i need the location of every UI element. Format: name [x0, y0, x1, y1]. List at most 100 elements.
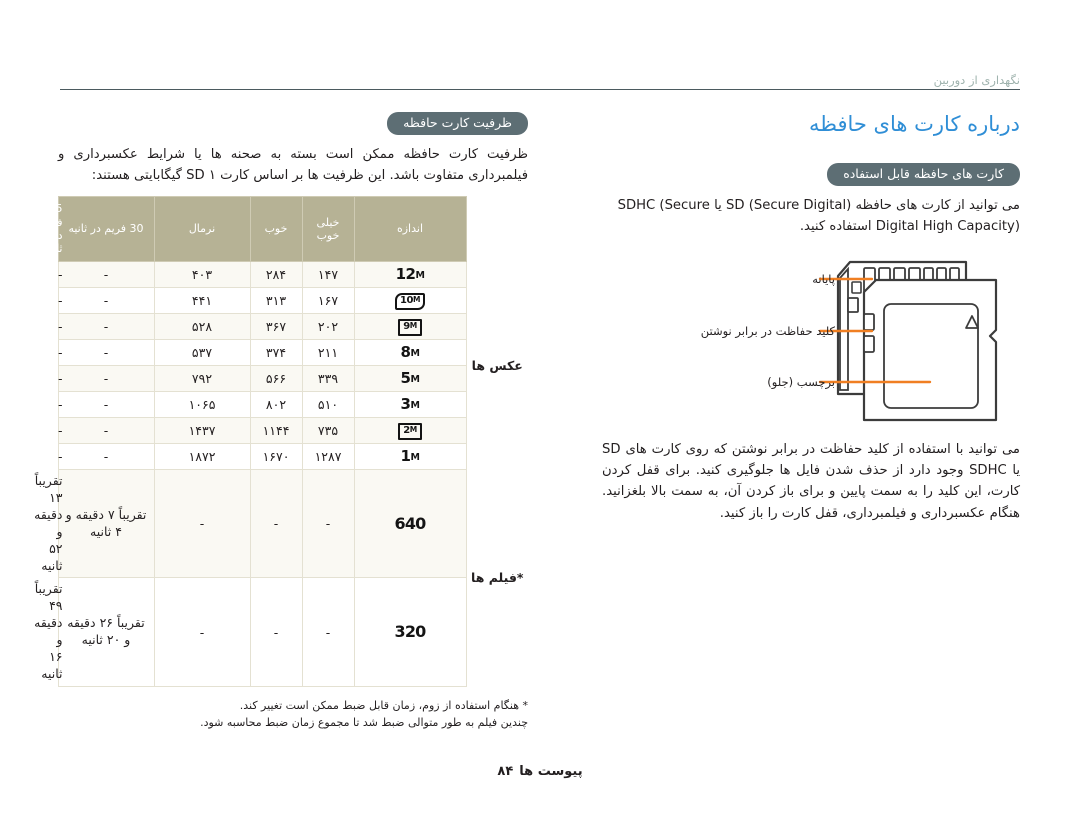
capacity-table: اندازه خیلی خوب خوب نرمال 30 فریم در ثان…: [34, 196, 528, 687]
capacity-badge: ظرفیت کارت حافظه: [387, 112, 528, 135]
table-row: *فیلم ها 640- - - تقریباً ۷ دقیقه و ۴ ثانیه ت…: [34, 469, 528, 687]
header-rule: [60, 89, 1020, 90]
cell-fps30: تقریباً ۲۶ دقیقه و ۲۰ ثانیه: [57, 577, 155, 687]
resolution-badge: 8M: [400, 343, 420, 362]
cell-fine: ۸۰۲: [249, 391, 303, 419]
right-column: درباره کارت های حافظه کارت های حافظه قاب…: [602, 112, 1020, 534]
capacity-badge-wrap: ظرفیت کارت حافظه: [58, 112, 528, 135]
cell-super-fine: ۵۱۰: [301, 391, 355, 419]
cell-normal: ۵۳۷: [153, 339, 251, 367]
cell-normal: ۴۰۳: [153, 261, 251, 289]
cell-fps30: -: [57, 391, 155, 419]
cell-fine: ۵۶۶: [249, 365, 303, 393]
cell-fps30: تقریباً ۷ دقیقه و ۴ ثانیه: [57, 469, 155, 579]
cell-normal: -: [153, 577, 251, 687]
resolution-badge: 12M: [395, 265, 425, 284]
running-header: نگهداری از دوربین: [60, 68, 1020, 90]
cell-fine: ۳۱۳: [249, 287, 303, 315]
table-row: 320- - - تقریباً ۲۶ دقیقه و ۲۰ ثانیه تقریباً…: [34, 577, 528, 687]
table-row: 1M۱۲۸۷۱۶۷۰۱۸۷۲--: [57, 443, 528, 471]
cell-fps30: -: [57, 261, 155, 289]
resolution-badge: 5M: [400, 369, 420, 388]
cell-fps30: -: [57, 313, 155, 341]
cell-size: 2M: [353, 417, 467, 445]
cell-size: 1M: [353, 443, 467, 471]
cell-fps30: -: [57, 417, 155, 445]
usable-cards-badge: کارت های حافظه قابل استفاده: [827, 163, 1020, 186]
running-header-text: نگهداری از دوربین: [933, 73, 1020, 87]
cell-size: 640: [353, 469, 467, 579]
cell-normal: ۴۴۱: [153, 287, 251, 315]
header-fps30: 30 فریم در ثانیه: [57, 196, 155, 263]
cell-fine: -: [249, 577, 303, 687]
cell-size: 9M: [353, 313, 467, 341]
cell-super-fine: ۱۲۸۷: [301, 443, 355, 471]
footer-section: پیوست ها: [519, 764, 583, 779]
cell-super-fine: -: [301, 469, 355, 579]
resolution-badge: 640: [394, 513, 427, 533]
resolution-badge: 320: [394, 622, 427, 641]
cell-fps30: -: [57, 287, 155, 315]
cell-normal: ۱۰۶۵: [153, 391, 251, 419]
resolution-badge: 9M: [398, 319, 422, 337]
sd-label-write-protect-switch: کلید حفاظت در برابر نوشتن: [700, 323, 835, 338]
cell-fine: ۲۸۴: [249, 261, 303, 289]
left-column: ظرفیت کارت حافظه ظرفیت کارت حافظه ممکن ا…: [34, 112, 528, 731]
table-row: 10M۱۶۷۳۱۳۴۴۱--: [57, 287, 528, 315]
page-footer: پیوست ها ۸۴: [0, 764, 1080, 779]
cell-super-fine: ۳۳۹: [301, 365, 355, 393]
table-row: 2M۷۳۵۱۱۴۴۱۴۳۷--: [57, 417, 528, 445]
cell-fps30: -: [57, 443, 155, 471]
cell-normal: ۱۴۳۷: [153, 417, 251, 445]
header-size: اندازه: [353, 196, 467, 263]
table-row: عکس ها12M۱۴۷۲۸۴۴۰۳--: [57, 261, 528, 470]
capacity-table-header-row: اندازه خیلی خوب خوب نرمال 30 فریم در ثان…: [41, 196, 528, 263]
capacity-paragraph: ظرفیت کارت حافظه ممکن است بسته به صحنه ه…: [58, 146, 528, 183]
cell-normal: ۵۲۸: [153, 313, 251, 341]
header-normal: نرمال: [153, 196, 251, 263]
cell-normal: -: [153, 469, 251, 579]
cell-super-fine: ۲۰۲: [301, 313, 355, 341]
cell-fine: ۱۶۷۰: [249, 443, 303, 471]
usable-cards-badge-wrap: کارت های حافظه قابل استفاده: [602, 163, 1020, 186]
cell-super-fine: ۱۴۷: [301, 261, 355, 289]
cell-normal: ۷۹۲: [153, 365, 251, 393]
cell-size: 320: [353, 577, 467, 687]
footnote-continuous: چندین فیلم به طور متوالی ضبط شد تا مجموع…: [200, 715, 528, 729]
cell-fine: ۳۷۴: [249, 339, 303, 367]
header-spacer: [466, 196, 528, 262]
table-row: 9M۲۰۲۳۶۷۵۲۸--: [57, 313, 528, 341]
category-videos: *فیلم ها: [466, 469, 528, 687]
category-photos: عکس ها: [466, 261, 528, 470]
cell-size: 5M: [353, 365, 467, 393]
cell-super-fine: ۱۶۷: [301, 287, 355, 315]
sd-card-figure: پایانه کلید حفاظت در برابر نوشتن برچسب (…: [602, 252, 1020, 427]
cell-fine: ۱۱۴۴: [249, 417, 303, 445]
resolution-badge: 10M: [395, 293, 425, 311]
capacity-table-head: اندازه خیلی خوب خوب نرمال 30 فریم در ثان…: [41, 196, 528, 263]
usable-cards-paragraph: می توانید از کارت های حافظه SD (Secure D…: [617, 197, 1020, 235]
cell-fine: ۳۶۷: [249, 313, 303, 341]
write-protect-paragraph: می توانید با استفاده از کلید حفاظت در بر…: [602, 441, 1021, 521]
cell-fps30: -: [57, 339, 155, 367]
footnotes: * هنگام استفاده از زوم، زمان قابل ضبط مم…: [58, 697, 528, 731]
cell-size: 8M: [353, 339, 467, 367]
cell-super-fine: ۷۳۵: [301, 417, 355, 445]
cell-fine: -: [249, 469, 303, 579]
cell-size: 3M: [353, 391, 467, 419]
cell-super-fine: -: [301, 577, 355, 687]
cell-size: 12M: [353, 261, 467, 289]
cell-normal: ۱۸۷۲: [153, 443, 251, 471]
cell-fps30: -: [57, 365, 155, 393]
table-row: 3M۵۱۰۸۰۲۱۰۶۵--: [57, 391, 528, 419]
header-super-fine: خیلی خوب: [301, 196, 355, 263]
page-title: درباره کارت های حافظه: [808, 112, 1020, 136]
cell-super-fine: ۲۱۱: [301, 339, 355, 367]
resolution-badge: 1M: [400, 447, 420, 466]
footnote-zoom: * هنگام استفاده از زوم، زمان قابل ضبط مم…: [239, 698, 528, 712]
sd-label-front-label: برچسب (جلو): [767, 374, 835, 389]
resolution-badge: 3M: [400, 395, 420, 414]
footer-page-number: ۸۴: [497, 764, 514, 779]
capacity-table-body: عکس ها12M۱۴۷۲۸۴۴۰۳--10M۱۶۷۳۱۳۴۴۱--9M۲۰۲۳…: [34, 261, 528, 687]
table-row: 5M۳۳۹۵۶۶۷۹۲--: [57, 365, 528, 393]
